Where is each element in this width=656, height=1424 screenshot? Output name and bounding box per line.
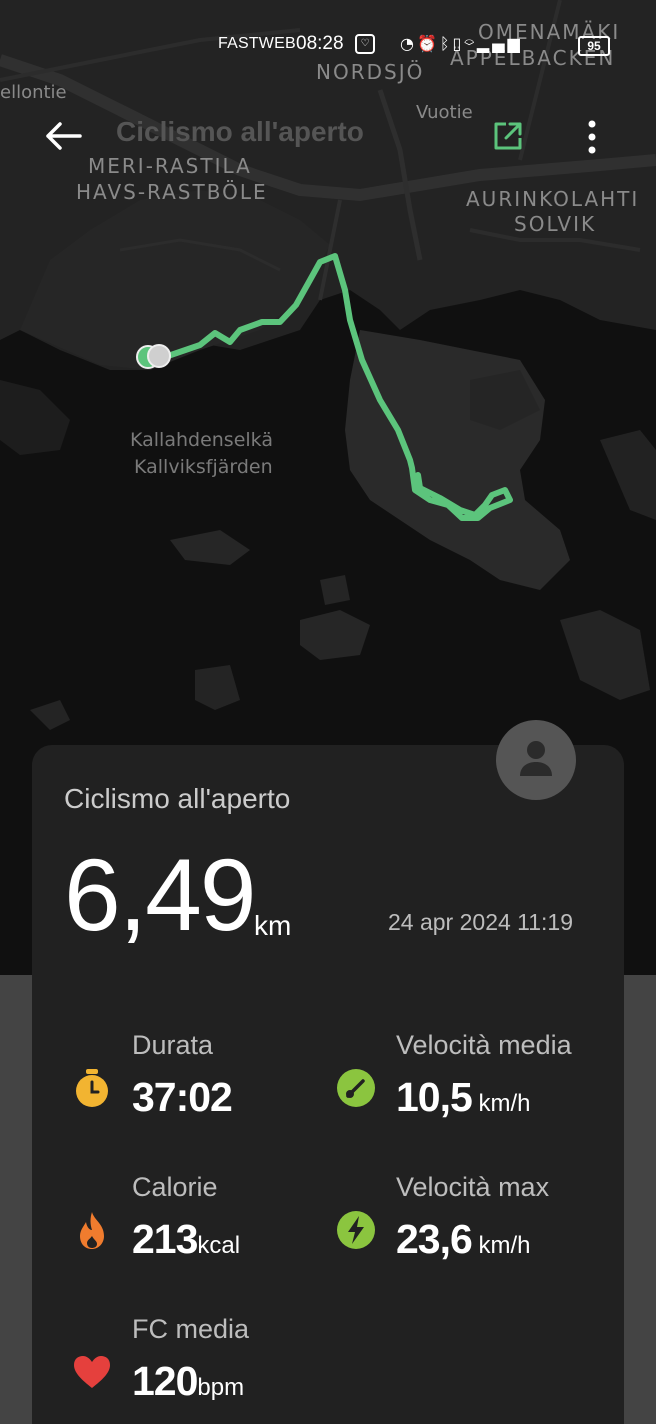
- max-speed-value: 23,6 km/h: [396, 1216, 531, 1262]
- duration-label: Durata: [132, 1030, 214, 1060]
- top-bar: Ciclismo all'aperto: [0, 112, 656, 160]
- heart-rate-label: FC media: [132, 1314, 250, 1344]
- back-button[interactable]: [42, 114, 86, 158]
- calories-unit: kcal: [197, 1232, 241, 1259]
- avatar[interactable]: [496, 720, 576, 800]
- avg-speed-unit: km/h: [471, 1090, 531, 1117]
- workout-summary-card: Ciclismo all'aperto 6,49 km 24 apr 2024 …: [32, 745, 624, 1424]
- status-bar: FASTWEB 08:28 ♡ ◔⏰ᛒ▯⌔▂▄▆ 95: [0, 30, 656, 60]
- battery-icon: 95: [578, 36, 610, 56]
- speedometer-icon: [337, 1069, 375, 1107]
- status-time: 08:28: [296, 33, 344, 54]
- share-button[interactable]: [490, 118, 526, 154]
- more-vertical-icon: [588, 120, 596, 154]
- stat-avg-speed: Velocità media 10,5 km/h: [328, 1030, 608, 1140]
- calories-value: 213kcal: [132, 1216, 241, 1262]
- avg-speed-value: 10,5 km/h: [396, 1074, 531, 1120]
- alarm-icon: ⏰: [416, 34, 440, 53]
- map-label-ellontie: ellontie: [0, 82, 67, 103]
- bluetooth-icon: ᛒ: [439, 34, 453, 53]
- max-speed-label: Velocità max: [396, 1172, 550, 1202]
- map-label-nordsjo: NORDSJÖ: [316, 60, 425, 84]
- flame-icon: [80, 1212, 104, 1249]
- distance-unit: km: [254, 910, 292, 941]
- share-icon: [494, 122, 522, 150]
- distance-value: 6,49: [64, 838, 257, 952]
- stat-max-speed: Velocità max 23,6 km/h: [328, 1172, 608, 1282]
- wifi-icon: ⌔: [464, 34, 477, 53]
- workout-type-label: Ciclismo all'aperto: [64, 783, 291, 814]
- workout-datetime: 24 apr 2024 11:19: [388, 909, 574, 935]
- status-icons: ♡: [355, 34, 375, 54]
- more-options-button[interactable]: [576, 116, 608, 156]
- calories-label: Calorie: [132, 1172, 218, 1202]
- arrow-left-icon: [46, 122, 82, 150]
- page-title: Ciclismo all'aperto: [116, 116, 364, 147]
- heart-rate-unit: bpm: [197, 1374, 245, 1401]
- speed-icon: ◔: [400, 34, 417, 53]
- stat-calories: Calorie 213kcal: [64, 1172, 344, 1282]
- max-speed-unit: km/h: [471, 1232, 531, 1259]
- map-label-solvik: SOLVIK: [514, 212, 597, 236]
- avg-speed-label: Velocità media: [396, 1030, 572, 1060]
- status-system-icons: ◔⏰ᛒ▯⌔▂▄▆: [400, 34, 523, 53]
- stopwatch-icon: [76, 1069, 108, 1107]
- duration-value: 37:02: [132, 1074, 233, 1120]
- stat-heart-rate: FC media 120bpm: [64, 1314, 344, 1424]
- map-label-kallahdenselka: Kallahdenselkä: [130, 429, 273, 451]
- user-icon: [520, 741, 552, 776]
- map-label-kallviksfjarden: Kallviksfjärden: [134, 456, 273, 478]
- heart-icon: [74, 1356, 110, 1388]
- signal-icon: ▂▄▆: [476, 34, 523, 53]
- map-label-havs-rastbole: HAVS-RASTBÖLE: [76, 180, 268, 204]
- carrier-label: FASTWEB: [218, 35, 296, 52]
- map-label-aurinkolahti: AURINKOLAHTI: [466, 187, 640, 211]
- heart-app-icon: ♡: [355, 34, 375, 54]
- heart-rate-value: 120bpm: [132, 1358, 245, 1404]
- lightning-icon: [337, 1211, 375, 1249]
- stat-duration: Durata 37:02: [64, 1030, 344, 1140]
- vibrate-icon: ▯: [452, 34, 465, 53]
